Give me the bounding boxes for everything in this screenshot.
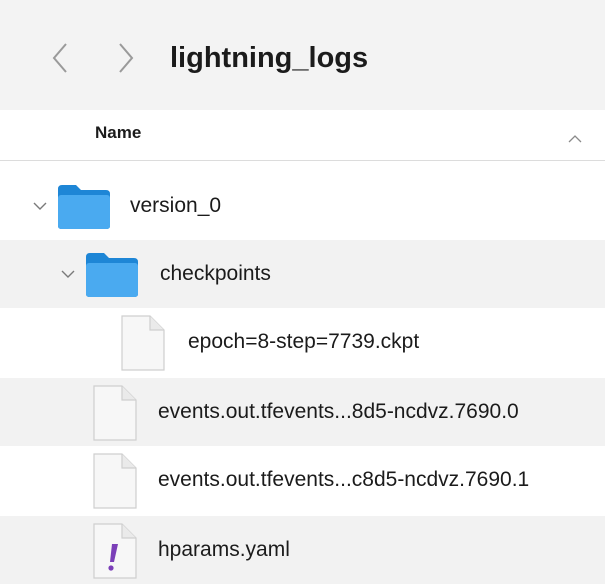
expand-toggle[interactable] (30, 196, 50, 216)
column-header-row: Name (0, 110, 605, 161)
list-item[interactable]: hparams.yaml (0, 516, 605, 584)
list-item[interactable]: checkpoints (0, 240, 605, 308)
expand-toggle[interactable] (58, 264, 78, 284)
item-name: epoch=8-step=7739.ckpt (188, 330, 420, 353)
back-button[interactable] (42, 36, 78, 80)
sort-button[interactable] (568, 130, 582, 148)
chevron-down-icon (61, 270, 75, 278)
folder-title: lightning_logs (170, 42, 369, 74)
chevron-up-icon (568, 135, 582, 143)
title-bar: lightning_logs (0, 0, 605, 111)
yaml-file-icon (93, 523, 137, 579)
item-name: events.out.tfevents...8d5-ncdvz.7690.0 (158, 400, 519, 423)
folder-icon (86, 253, 138, 297)
list-item[interactable]: epoch=8-step=7739.ckpt (0, 308, 605, 376)
chevron-right-icon (119, 43, 134, 73)
list-item[interactable]: events.out.tfevents...c8d5-ncdvz.7690.1 (0, 446, 605, 514)
list-item[interactable]: version_0 (0, 172, 605, 240)
item-name: checkpoints (160, 262, 271, 285)
chevron-left-icon (52, 43, 67, 73)
file-icon (93, 385, 137, 441)
item-name: events.out.tfevents...c8d5-ncdvz.7690.1 (158, 468, 530, 491)
item-name: version_0 (130, 194, 222, 217)
item-name: hparams.yaml (158, 538, 290, 561)
chevron-down-icon (33, 202, 47, 210)
folder-icon (58, 185, 110, 229)
name-column-header[interactable]: Name (95, 123, 141, 143)
forward-button[interactable] (108, 36, 144, 80)
file-icon (93, 453, 137, 509)
list-item[interactable]: events.out.tfevents...8d5-ncdvz.7690.0 (0, 378, 605, 446)
file-icon (121, 315, 165, 371)
